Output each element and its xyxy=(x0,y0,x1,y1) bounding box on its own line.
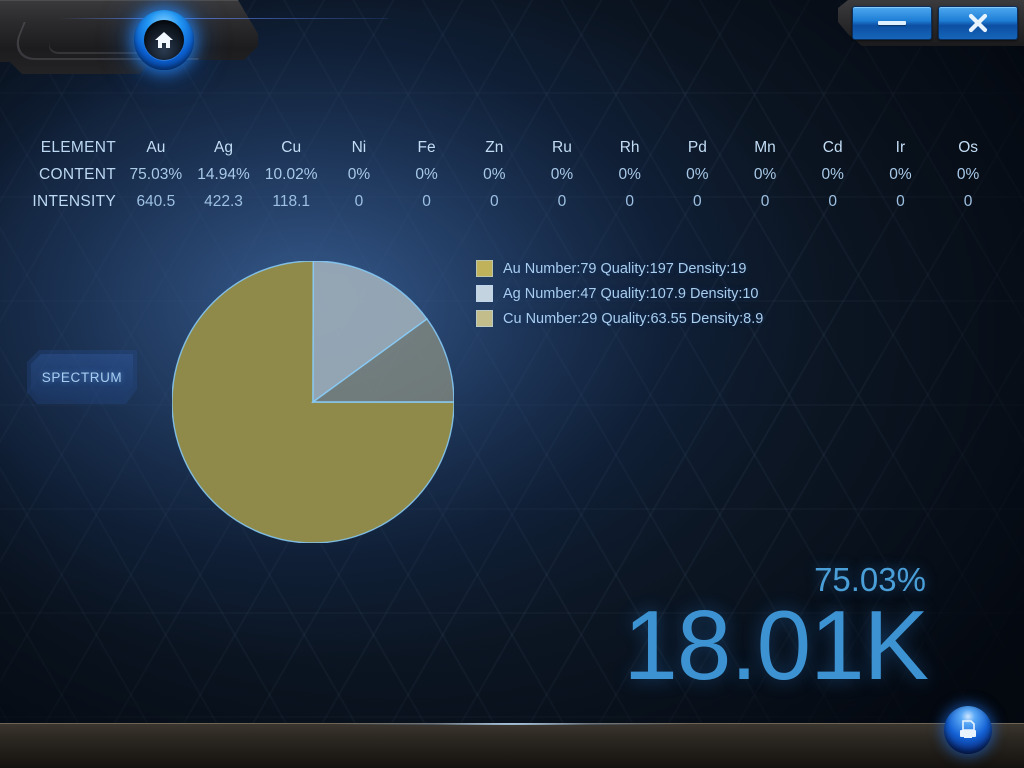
element-cu: Cu xyxy=(281,138,302,156)
composition-pie-chart xyxy=(171,260,455,544)
intensity-cu: 118.1 xyxy=(272,192,311,210)
element-os: Os xyxy=(958,138,978,156)
intensity-pd: 0 xyxy=(693,192,702,210)
table-row-content: CONTENT 75.03% 14.94% 10.02% 0% 0% 0% 0%… xyxy=(22,161,1002,188)
home-button-inner xyxy=(144,20,184,60)
spectrum-button-label: SPECTRUM xyxy=(41,369,123,385)
content-zn: 0% xyxy=(483,165,506,183)
element-mn: Mn xyxy=(754,138,776,156)
content-os: 0% xyxy=(956,165,980,183)
element-ag: Ag xyxy=(214,138,234,156)
close-button[interactable] xyxy=(938,6,1018,40)
content-ag: 14.94% xyxy=(197,165,250,183)
print-button[interactable] xyxy=(944,706,992,754)
content-ir: 0% xyxy=(889,165,912,183)
intensity-au: 640.5 xyxy=(136,192,176,210)
intensity-ru: 0 xyxy=(557,192,567,210)
spectrum-button[interactable]: SPECTRUM xyxy=(27,350,137,404)
legend-item-cu: Cu Number:29 Quality:63.55 Density:8.9 xyxy=(476,306,763,331)
pie-svg xyxy=(171,260,455,544)
home-button[interactable] xyxy=(134,10,194,70)
content-cd: 0% xyxy=(821,165,844,183)
purity-karat: 18.01K xyxy=(623,589,929,700)
element-rh: Rh xyxy=(619,138,640,156)
element-zn: Zn xyxy=(485,138,504,156)
content-ni: 0% xyxy=(347,165,371,183)
table-row-element: ELEMENT Au Ag Cu Ni Fe Zn Ru Rh Pd Mn Cd… xyxy=(22,134,1002,161)
content-pd: 0% xyxy=(686,165,709,183)
table-row-intensity: INTENSITY 640.5 422.3 118.1 0 0 0 0 0 0 … xyxy=(22,188,1002,215)
intensity-mn: 0 xyxy=(760,192,770,210)
close-icon xyxy=(968,13,988,33)
legend-label-au: Au Number:79 Quality:197 Density:19 xyxy=(503,260,747,277)
row-label-intensity: INTENSITY xyxy=(32,192,116,210)
element-ir: Ir xyxy=(895,138,906,156)
element-au: Au xyxy=(146,138,166,156)
legend-swatch-au xyxy=(476,260,493,277)
legend-label-cu: Cu Number:29 Quality:63.55 Density:8.9 xyxy=(503,310,764,327)
element-ru: Ru xyxy=(552,138,572,156)
legend-item-au: Au Number:79 Quality:197 Density:19 xyxy=(476,256,763,281)
intensity-rh: 0 xyxy=(625,192,634,210)
legend-swatch-cu xyxy=(476,310,493,327)
intensity-ag: 422.3 xyxy=(204,192,243,210)
toolbar-sheen xyxy=(0,723,1024,725)
content-fe: 0% xyxy=(415,165,438,183)
content-rh: 0% xyxy=(618,165,641,183)
content-ru: 0% xyxy=(550,165,574,183)
intensity-cd: 0 xyxy=(828,192,838,210)
intensity-os: 0 xyxy=(963,192,973,210)
home-icon xyxy=(155,32,173,48)
intensity-ir: 0 xyxy=(896,192,905,210)
analyzer-window: ELEMENT Au Ag Cu Ni Fe Zn Ru Rh Pd Mn Cd… xyxy=(0,0,1024,768)
content-au: 75.03% xyxy=(129,165,183,183)
element-fe: Fe xyxy=(417,138,436,156)
content-mn: 0% xyxy=(753,165,777,183)
minimize-button[interactable] xyxy=(852,6,932,40)
purity-readout: 75.03% 18.01K xyxy=(623,563,929,700)
element-ni: Ni xyxy=(351,138,367,156)
bottom-toolbar xyxy=(0,723,1024,768)
row-label-element: ELEMENT xyxy=(40,138,116,156)
pie-legend: Au Number:79 Quality:197 Density:19 Ag N… xyxy=(476,256,763,331)
legend-swatch-ag xyxy=(476,285,493,302)
element-table: ELEMENT Au Ag Cu Ni Fe Zn Ru Rh Pd Mn Cd… xyxy=(22,134,1002,215)
intensity-ni: 0 xyxy=(354,192,364,210)
element-cd: Cd xyxy=(822,138,843,156)
intensity-zn: 0 xyxy=(489,192,499,210)
row-label-content: CONTENT xyxy=(38,165,116,183)
minimize-icon xyxy=(878,21,906,25)
content-cu: 10.02% xyxy=(264,165,318,183)
intensity-fe: 0 xyxy=(422,192,431,210)
legend-label-ag: Ag Number:47 Quality:107.9 Density:10 xyxy=(503,285,759,302)
header-accent-line xyxy=(58,18,388,19)
printer-icon xyxy=(960,720,976,738)
element-pd: Pd xyxy=(687,138,707,156)
legend-item-ag: Ag Number:47 Quality:107.9 Density:10 xyxy=(476,281,763,306)
